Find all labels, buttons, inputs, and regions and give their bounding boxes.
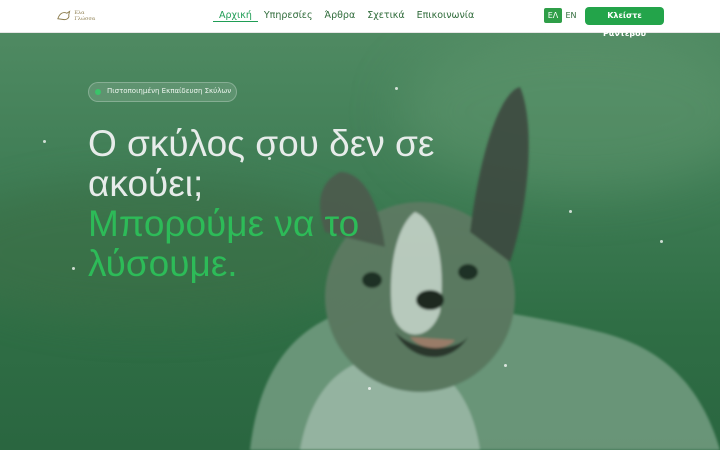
sparkle-icon: [504, 364, 507, 367]
badge-dot-icon: [95, 89, 101, 95]
lang-switch-el[interactable]: ΕΛ: [544, 8, 562, 23]
dog-logo-icon: [57, 9, 71, 20]
hero-section: Πιστοποιημένη Εκπαίδευση Σκύλων Ο σκύλος…: [0, 32, 720, 450]
book-appointment-button[interactable]: Κλείστε Ραντεβού: [585, 7, 664, 38]
sparkle-icon: [268, 157, 271, 160]
badge-text: Πιστοποιημένη Εκπαίδευση Σκύλων: [107, 87, 232, 95]
nav-link-home[interactable]: Αρχική: [213, 0, 258, 22]
sparkle-icon: [569, 210, 572, 213]
nav-link-contact[interactable]: Επικοινωνία: [411, 0, 481, 32]
top-navbar: Ελα Γλώσσα Αρχική Υπηρεσίες Άρθρα Σχετικ…: [0, 0, 720, 38]
sparkle-icon: [72, 267, 75, 270]
site-logo[interactable]: Ελα Γλώσσα: [56, 7, 104, 24]
sparkle-icon: [395, 87, 398, 90]
lang-switch-en[interactable]: EN: [564, 8, 578, 23]
nav-link-articles[interactable]: Άρθρα: [319, 0, 362, 32]
certification-badge: Πιστοποιημένη Εκπαίδευση Σκύλων: [88, 82, 237, 102]
sparkle-icon: [660, 240, 663, 243]
headline-line-2: Μπορούμε να το λύσουμε.: [88, 203, 360, 284]
headline-line-1: Ο σκύλος σου δεν σε ακούει;: [88, 123, 435, 204]
main-nav: Αρχική Υπηρεσίες Άρθρα Σχετικά Επικοινων…: [213, 0, 480, 32]
sparkle-icon: [43, 140, 46, 143]
nav-link-services[interactable]: Υπηρεσίες: [258, 0, 319, 32]
logo-text: Ελα Γλώσσα: [74, 9, 96, 22]
nav-link-about[interactable]: Σχετικά: [361, 0, 410, 32]
sparkle-icon: [368, 387, 371, 390]
hero-headline: Ο σκύλος σου δεν σε ακούει; Μπορούμε να …: [88, 124, 508, 284]
